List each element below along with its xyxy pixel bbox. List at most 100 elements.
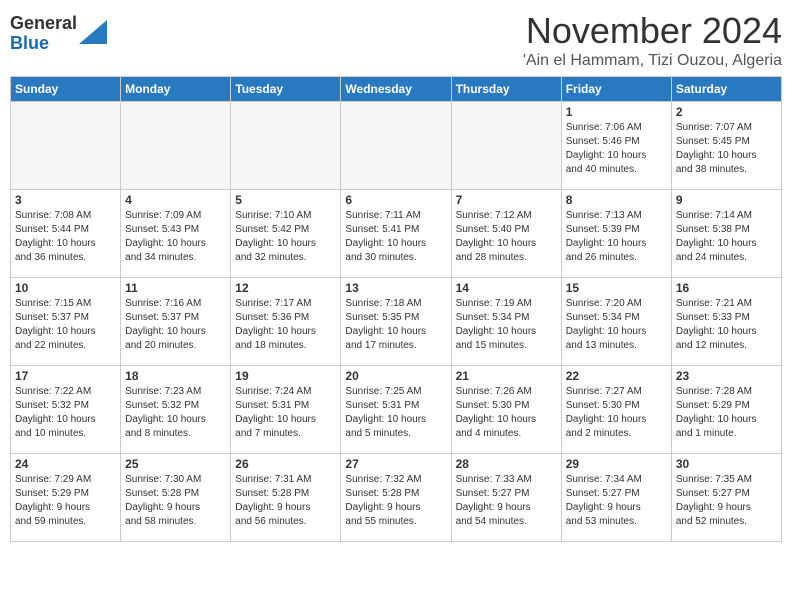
day-number: 5: [235, 193, 336, 207]
weekday-header-cell: Wednesday: [341, 77, 451, 102]
day-number: 10: [15, 281, 116, 295]
logo-icon: [79, 20, 107, 44]
logo-blue: Blue: [10, 33, 49, 53]
day-number: 20: [345, 369, 446, 383]
calendar-week-row: 17 Sunrise: 7:22 AM Sunset: 5:32 PM Dayli…: [11, 366, 782, 454]
calendar-day-cell: [231, 102, 341, 190]
calendar-day-cell: 6 Sunrise: 7:11 AM Sunset: 5:41 PM Daylig…: [341, 190, 451, 278]
logo-general: General: [10, 13, 77, 33]
calendar-day-cell: 13Sunrise: 7:18 AM Sunset: 5:35 PM Dayli…: [341, 278, 451, 366]
calendar-day-cell: 27 Sunrise: 7:32 AM Sunset: 5:28 PM Dayli…: [341, 454, 451, 542]
day-number: 8: [566, 193, 667, 207]
day-info: Sunrise: 7:24 AM Sunset: 5:31 PM Dayligh…: [235, 385, 336, 441]
calendar-day-cell: 19 Sunrise: 7:24 AM Sunset: 5:31 PM Dayli…: [231, 366, 341, 454]
day-info: Sunrise: 7:08 AM Sunset: 5:44 PM Dayligh…: [15, 209, 116, 265]
day-number: 27: [345, 457, 446, 471]
day-info: Sunrise: 7:19 AM Sunset: 5:34 PM Dayligh…: [456, 297, 557, 353]
day-info: Sunrise: 7:32 AM Sunset: 5:28 PM Dayligh…: [345, 473, 446, 529]
day-number: 19: [235, 369, 336, 383]
calendar-day-cell: 26Sunrise: 7:31 AM Sunset: 5:28 PM Dayli…: [231, 454, 341, 542]
calendar-day-cell: 17 Sunrise: 7:22 AM Sunset: 5:32 PM Dayli…: [11, 366, 121, 454]
day-number: 24: [15, 457, 116, 471]
day-number: 15: [566, 281, 667, 295]
page-header: General Blue November 2024 'Ain el Hamma…: [10, 10, 782, 70]
day-info: Sunrise: 7:13 AM Sunset: 5:39 PM Dayligh…: [566, 209, 667, 265]
weekday-header-cell: Sunday: [11, 77, 121, 102]
title-block: November 2024 'Ain el Hammam, Tizi Ouzou…: [523, 10, 782, 70]
day-info: Sunrise: 7:30 AM Sunset: 5:28 PM Dayligh…: [125, 473, 226, 529]
day-info: Sunrise: 7:14 AM Sunset: 5:38 PM Dayligh…: [676, 209, 777, 265]
day-number: 17: [15, 369, 116, 383]
day-info: Sunrise: 7:21 AM Sunset: 5:33 PM Dayligh…: [676, 297, 777, 353]
calendar-day-cell: 28Sunrise: 7:33 AM Sunset: 5:27 PM Dayli…: [451, 454, 561, 542]
day-number: 28: [456, 457, 557, 471]
calendar-week-row: 24 Sunrise: 7:29 AM Sunset: 5:29 PM Dayli…: [11, 454, 782, 542]
day-info: Sunrise: 7:31 AM Sunset: 5:28 PM Dayligh…: [235, 473, 336, 529]
day-info: Sunrise: 7:25 AM Sunset: 5:31 PM Dayligh…: [345, 385, 446, 441]
day-info: Sunrise: 7:09 AM Sunset: 5:43 PM Dayligh…: [125, 209, 226, 265]
month-title: November 2024: [523, 10, 782, 52]
day-info: Sunrise: 7:35 AM Sunset: 5:27 PM Dayligh…: [676, 473, 777, 529]
day-info: Sunrise: 7:06 AM Sunset: 5:46 PM Dayligh…: [566, 121, 667, 177]
day-number: 21: [456, 369, 557, 383]
day-info: Sunrise: 7:29 AM Sunset: 5:29 PM Dayligh…: [15, 473, 116, 529]
logo: General Blue: [10, 14, 107, 54]
calendar-day-cell: [341, 102, 451, 190]
calendar-day-cell: 8 Sunrise: 7:13 AM Sunset: 5:39 PM Daylig…: [561, 190, 671, 278]
calendar-day-cell: 7 Sunrise: 7:12 AM Sunset: 5:40 PM Daylig…: [451, 190, 561, 278]
calendar-day-cell: 3 Sunrise: 7:08 AM Sunset: 5:44 PM Daylig…: [11, 190, 121, 278]
day-info: Sunrise: 7:34 AM Sunset: 5:27 PM Dayligh…: [566, 473, 667, 529]
day-number: 6: [345, 193, 446, 207]
day-info: Sunrise: 7:17 AM Sunset: 5:36 PM Dayligh…: [235, 297, 336, 353]
calendar-day-cell: 14 Sunrise: 7:19 AM Sunset: 5:34 PM Dayli…: [451, 278, 561, 366]
day-number: 29: [566, 457, 667, 471]
day-info: Sunrise: 7:15 AM Sunset: 5:37 PM Dayligh…: [15, 297, 116, 353]
weekday-header-cell: Friday: [561, 77, 671, 102]
location-title: 'Ain el Hammam, Tizi Ouzou, Algeria: [523, 52, 782, 70]
day-info: Sunrise: 7:10 AM Sunset: 5:42 PM Dayligh…: [235, 209, 336, 265]
calendar-day-cell: [451, 102, 561, 190]
calendar-day-cell: 30Sunrise: 7:35 AM Sunset: 5:27 PM Dayli…: [671, 454, 781, 542]
day-info: Sunrise: 7:28 AM Sunset: 5:29 PM Dayligh…: [676, 385, 777, 441]
calendar-body: 1 Sunrise: 7:06 AM Sunset: 5:46 PM Daylig…: [11, 102, 782, 542]
calendar-week-row: 10 Sunrise: 7:15 AM Sunset: 5:37 PM Dayli…: [11, 278, 782, 366]
calendar-week-row: 1 Sunrise: 7:06 AM Sunset: 5:46 PM Daylig…: [11, 102, 782, 190]
day-number: 4: [125, 193, 226, 207]
day-number: 11: [125, 281, 226, 295]
day-info: Sunrise: 7:26 AM Sunset: 5:30 PM Dayligh…: [456, 385, 557, 441]
calendar-day-cell: 9 Sunrise: 7:14 AM Sunset: 5:38 PM Daylig…: [671, 190, 781, 278]
calendar-day-cell: 29 Sunrise: 7:34 AM Sunset: 5:27 PM Dayli…: [561, 454, 671, 542]
day-info: Sunrise: 7:23 AM Sunset: 5:32 PM Dayligh…: [125, 385, 226, 441]
day-number: 2: [676, 105, 777, 119]
day-number: 9: [676, 193, 777, 207]
weekday-header-cell: Tuesday: [231, 77, 341, 102]
day-number: 12: [235, 281, 336, 295]
day-number: 3: [15, 193, 116, 207]
weekday-header-row: SundayMondayTuesdayWednesdayThursdayFrid…: [11, 77, 782, 102]
day-number: 23: [676, 369, 777, 383]
day-number: 7: [456, 193, 557, 207]
calendar-day-cell: [121, 102, 231, 190]
day-info: Sunrise: 7:22 AM Sunset: 5:32 PM Dayligh…: [15, 385, 116, 441]
day-number: 16: [676, 281, 777, 295]
calendar-day-cell: 18Sunrise: 7:23 AM Sunset: 5:32 PM Dayli…: [121, 366, 231, 454]
calendar-day-cell: 11Sunrise: 7:16 AM Sunset: 5:37 PM Dayli…: [121, 278, 231, 366]
day-number: 25: [125, 457, 226, 471]
calendar-day-cell: 12 Sunrise: 7:17 AM Sunset: 5:36 PM Dayli…: [231, 278, 341, 366]
day-info: Sunrise: 7:20 AM Sunset: 5:34 PM Dayligh…: [566, 297, 667, 353]
calendar-day-cell: 2 Sunrise: 7:07 AM Sunset: 5:45 PM Daylig…: [671, 102, 781, 190]
calendar-day-cell: 21 Sunrise: 7:26 AM Sunset: 5:30 PM Dayli…: [451, 366, 561, 454]
calendar-day-cell: 10 Sunrise: 7:15 AM Sunset: 5:37 PM Dayli…: [11, 278, 121, 366]
day-number: 1: [566, 105, 667, 119]
calendar-day-cell: 24 Sunrise: 7:29 AM Sunset: 5:29 PM Dayli…: [11, 454, 121, 542]
day-info: Sunrise: 7:07 AM Sunset: 5:45 PM Dayligh…: [676, 121, 777, 177]
calendar-day-cell: [11, 102, 121, 190]
day-info: Sunrise: 7:11 AM Sunset: 5:41 PM Dayligh…: [345, 209, 446, 265]
calendar-day-cell: 25 Sunrise: 7:30 AM Sunset: 5:28 PM Dayli…: [121, 454, 231, 542]
day-number: 14: [456, 281, 557, 295]
day-info: Sunrise: 7:12 AM Sunset: 5:40 PM Dayligh…: [456, 209, 557, 265]
day-info: Sunrise: 7:27 AM Sunset: 5:30 PM Dayligh…: [566, 385, 667, 441]
calendar-day-cell: 5 Sunrise: 7:10 AM Sunset: 5:42 PM Daylig…: [231, 190, 341, 278]
calendar-day-cell: 22Sunrise: 7:27 AM Sunset: 5:30 PM Dayli…: [561, 366, 671, 454]
weekday-header-cell: Thursday: [451, 77, 561, 102]
